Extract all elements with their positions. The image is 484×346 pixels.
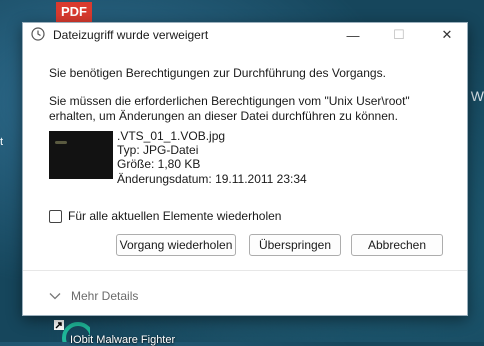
permission-message: Sie benötigen Berechtigungen zur Durchfü… bbox=[49, 66, 386, 80]
maximize-button: ☐ bbox=[393, 27, 405, 42]
required-permission-line-2: erhalten, um Änderungen an dieser Datei … bbox=[49, 109, 398, 123]
close-button[interactable]: ✕ bbox=[427, 23, 467, 47]
retry-button[interactable]: Vorgang wiederholen bbox=[116, 234, 236, 256]
footer-divider bbox=[23, 270, 467, 271]
file-size: Größe: 1,80 KB bbox=[117, 157, 201, 171]
file-modified-date: Änderungsdatum: 19.11.2011 23:34 bbox=[117, 172, 307, 186]
dialog-title: Dateizugriff wurde verweigert bbox=[53, 28, 209, 42]
more-details-label[interactable]: Mehr Details bbox=[71, 289, 138, 303]
skip-button[interactable]: Überspringen bbox=[249, 234, 341, 256]
repeat-for-all-checkbox[interactable] bbox=[49, 209, 62, 223]
pdf-file-icon[interactable]: PDF bbox=[56, 2, 92, 22]
required-permission-line-1: Sie müssen die erforderlichen Berechtigu… bbox=[49, 94, 410, 108]
file-thumbnail bbox=[49, 131, 113, 179]
cancel-button[interactable]: Abbrechen bbox=[351, 234, 443, 256]
minimize-button[interactable]: — bbox=[333, 23, 373, 47]
desktop-edge-text: W bbox=[470, 88, 484, 104]
more-details-toggle[interactable]: Mehr Details bbox=[49, 289, 138, 303]
dialog-titlebar[interactable]: Dateizugriff wurde verweigert — ☐ ✕ bbox=[23, 23, 467, 47]
file-type: Typ: JPG-Datei bbox=[117, 143, 199, 157]
desktop-edge-icon: t bbox=[0, 136, 4, 148]
iobit-shortcut-label: IObit Malware Fighter bbox=[70, 334, 176, 346]
clock-icon bbox=[31, 27, 45, 44]
repeat-for-all-row[interactable]: Für alle aktuellen Elemente wiederholen bbox=[49, 209, 281, 223]
repeat-for-all-label[interactable]: Für alle aktuellen Elemente wiederholen bbox=[68, 209, 281, 223]
file-name: .VTS_01_1.VOB.jpg bbox=[117, 129, 226, 143]
file-access-denied-dialog: Dateizugriff wurde verweigert — ☐ ✕ Sie … bbox=[22, 22, 468, 316]
chevron-down-icon bbox=[49, 289, 61, 303]
